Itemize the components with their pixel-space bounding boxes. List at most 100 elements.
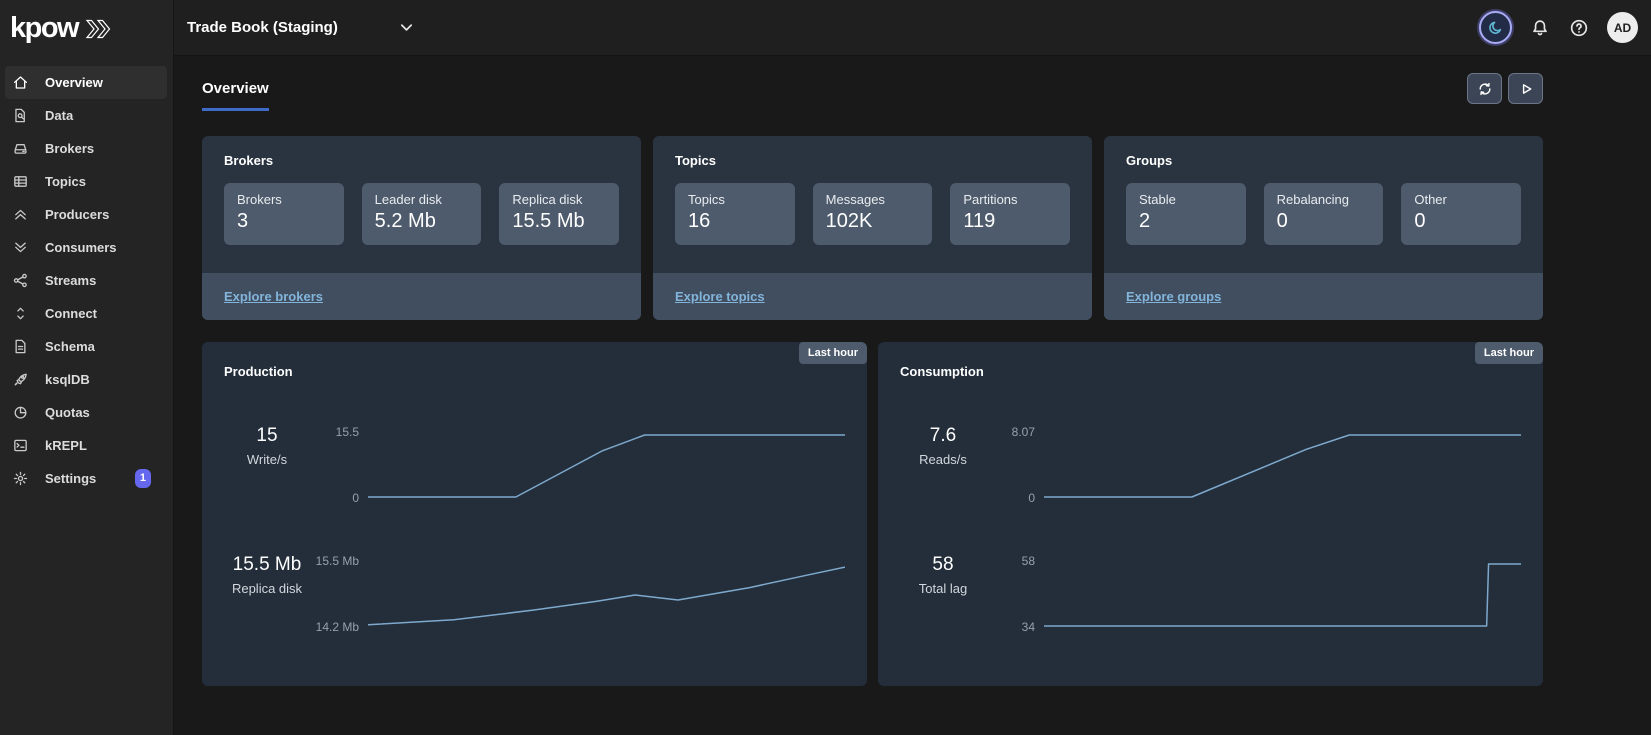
sidebar-item-topics[interactable]: Topics bbox=[5, 165, 167, 198]
stat-label: Brokers bbox=[237, 192, 331, 207]
brokers-card: Brokers Brokers 3 Leader disk 5.2 Mb bbox=[202, 136, 641, 320]
logo-chevrons-icon bbox=[84, 18, 114, 40]
stat-label: Replica disk bbox=[512, 192, 606, 207]
sidebar-item-label: ksqlDB bbox=[45, 372, 90, 387]
sidebar-item-overview[interactable]: Overview bbox=[5, 66, 167, 99]
stat-label: Rebalancing bbox=[1277, 192, 1371, 207]
writes-sparkline bbox=[368, 421, 845, 505]
card-footer: Explore topics bbox=[653, 273, 1092, 320]
explore-groups-link[interactable]: Explore groups bbox=[1126, 289, 1221, 304]
stat-value: 15.5 Mb bbox=[224, 554, 310, 576]
stat-label: Write/s bbox=[224, 452, 310, 467]
stat-tile-messages: Messages 102K bbox=[813, 183, 933, 245]
topbar-actions: AD bbox=[1479, 11, 1638, 44]
sidebar-item-quotas[interactable]: Quotas bbox=[5, 396, 167, 429]
stat-value: 0 bbox=[1277, 210, 1371, 233]
sidebar-item-data[interactable]: Data bbox=[5, 99, 167, 132]
stat-label: Messages bbox=[826, 192, 920, 207]
time-range-badge[interactable]: Last hour bbox=[799, 342, 867, 364]
stat-tile-rebalancing: Rebalancing 0 bbox=[1264, 183, 1384, 245]
card-title: Groups bbox=[1126, 153, 1521, 168]
help-button[interactable] bbox=[1568, 17, 1590, 39]
rocket-icon bbox=[11, 371, 29, 389]
total-lag-axis: 58 34 bbox=[986, 550, 1044, 634]
settings-badge: 1 bbox=[135, 469, 151, 488]
sidebar-item-streams[interactable]: Streams bbox=[5, 264, 167, 297]
drive-icon bbox=[11, 140, 29, 158]
groups-card: Groups Stable 2 Rebalancing 0 Ot bbox=[1104, 136, 1543, 320]
sidebar-item-brokers[interactable]: Brokers bbox=[5, 132, 167, 165]
play-button[interactable] bbox=[1508, 73, 1543, 104]
stat-value: 5.2 Mb bbox=[375, 210, 469, 233]
sidebar-nav: Overview Data Brokers Topics bbox=[0, 56, 173, 495]
writes-stat: 15 Write/s bbox=[224, 421, 310, 505]
reads-axis: 8.07 0 bbox=[986, 421, 1044, 505]
axis-max-label: 15.5 Mb bbox=[316, 554, 359, 568]
stat-value: 58 bbox=[900, 554, 986, 576]
stat-value: 7.6 bbox=[900, 425, 986, 447]
replica-disk-stat: 15.5 Mb Replica disk bbox=[224, 550, 310, 634]
stat-value: 3 bbox=[237, 210, 331, 233]
sidebar-item-producers[interactable]: Producers bbox=[5, 198, 167, 231]
chevron-down-icon bbox=[398, 19, 415, 36]
table-icon bbox=[11, 173, 29, 191]
stat-value: 0 bbox=[1414, 210, 1508, 233]
page-header: Overview bbox=[202, 80, 1543, 111]
topbar: Trade Book (Staging) bbox=[174, 0, 1651, 56]
stat-label: Other bbox=[1414, 192, 1508, 207]
stat-label: Stable bbox=[1139, 192, 1233, 207]
stat-tile-topics: Topics 16 bbox=[675, 183, 795, 245]
reads-stat: 7.6 Reads/s bbox=[900, 421, 986, 505]
axis-max-label: 58 bbox=[1022, 554, 1035, 568]
header-actions bbox=[1467, 73, 1543, 104]
axis-min-label: 14.2 Mb bbox=[316, 620, 359, 634]
card-title: Topics bbox=[675, 153, 1070, 168]
environment-label: Trade Book (Staging) bbox=[187, 19, 338, 36]
stat-value: 16 bbox=[688, 210, 782, 233]
notifications-button[interactable] bbox=[1529, 17, 1551, 39]
production-panel: Last hour Production 15 Write/s 15.5 0 bbox=[202, 342, 867, 686]
logo-text: kpow bbox=[10, 14, 78, 43]
stat-tile-leader-disk: Leader disk 5.2 Mb bbox=[362, 183, 482, 245]
stat-value: 102K bbox=[826, 210, 920, 233]
sidebar-item-consumers[interactable]: Consumers bbox=[5, 231, 167, 264]
avatar[interactable]: AD bbox=[1607, 12, 1638, 43]
sidebar-item-label: Schema bbox=[45, 339, 95, 354]
panel-title: Consumption bbox=[900, 364, 1521, 379]
explore-brokers-link[interactable]: Explore brokers bbox=[224, 289, 323, 304]
replica-disk-chart-row: 15.5 Mb Replica disk 15.5 Mb 14.2 Mb bbox=[224, 550, 845, 634]
time-range-badge[interactable]: Last hour bbox=[1475, 342, 1543, 364]
terminal-icon bbox=[11, 437, 29, 455]
logo[interactable]: kpow bbox=[0, 0, 173, 56]
sidebar-item-ksqldb[interactable]: ksqlDB bbox=[5, 363, 167, 396]
total-lag-stat: 58 Total lag bbox=[900, 550, 986, 634]
main-column: Trade Book (Staging) bbox=[174, 0, 1651, 735]
play-icon bbox=[1518, 81, 1534, 97]
gear-icon bbox=[11, 470, 29, 488]
refresh-button[interactable] bbox=[1467, 73, 1502, 104]
panel-title: Production bbox=[224, 364, 845, 379]
environment-selector[interactable]: Trade Book (Staging) bbox=[187, 19, 415, 36]
help-icon bbox=[1569, 18, 1589, 38]
stat-tile-replica-disk: Replica disk 15.5 Mb bbox=[499, 183, 619, 245]
explore-topics-link[interactable]: Explore topics bbox=[675, 289, 765, 304]
total-lag-chart-row: 58 Total lag 58 34 bbox=[900, 550, 1521, 634]
stat-tile-stable: Stable 2 bbox=[1126, 183, 1246, 245]
sidebar-item-label: Brokers bbox=[45, 141, 94, 156]
document-icon bbox=[11, 338, 29, 356]
tab-overview[interactable]: Overview bbox=[202, 80, 269, 111]
writes-axis: 15.5 0 bbox=[310, 421, 368, 505]
total-lag-sparkline bbox=[1044, 550, 1521, 634]
sidebar-item-label: kREPL bbox=[45, 438, 87, 453]
sidebar-item-connect[interactable]: Connect bbox=[5, 297, 167, 330]
replica-disk-axis: 15.5 Mb 14.2 Mb bbox=[310, 550, 368, 634]
sidebar-item-krepl[interactable]: kREPL bbox=[5, 429, 167, 462]
stat-label: Reads/s bbox=[900, 452, 986, 467]
sidebar-item-schema[interactable]: Schema bbox=[5, 330, 167, 363]
sidebar-item-settings[interactable]: Settings 1 bbox=[5, 462, 167, 495]
axis-min-label: 34 bbox=[1022, 620, 1035, 634]
sidebar-item-label: Data bbox=[45, 108, 73, 123]
topics-card: Topics Topics 16 Messages 102K P bbox=[653, 136, 1092, 320]
theme-toggle-button[interactable] bbox=[1479, 11, 1512, 44]
stat-label: Total lag bbox=[900, 581, 986, 596]
